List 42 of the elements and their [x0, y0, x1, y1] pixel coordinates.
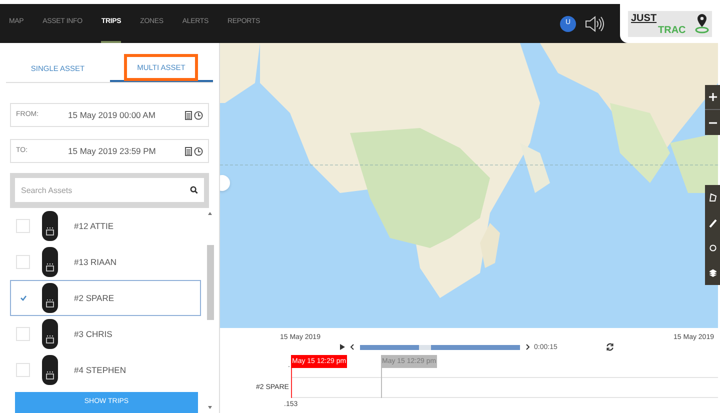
playback-slider[interactable]: [360, 345, 520, 350]
refresh-icon[interactable]: [606, 343, 614, 351]
pencil-icon[interactable]: [708, 218, 716, 228]
logo-text: TRAC: [658, 24, 686, 38]
asset-row[interactable]: #12 ATTIE: [10, 208, 201, 244]
checkbox[interactable]: [16, 255, 30, 269]
asset-name: #2 SPARE: [74, 292, 114, 304]
asset-name: #3 CHRIS: [74, 328, 112, 340]
checkbox[interactable]: [16, 327, 30, 341]
polygon-icon[interactable]: [708, 193, 716, 202]
calendar-icon[interactable]: [185, 146, 192, 156]
asset-row[interactable]: #2 SPARE: [10, 280, 201, 316]
tracker-device-icon: [42, 319, 58, 349]
asset-name: #13 RIAAN: [74, 256, 117, 268]
tracker-device-icon: [42, 211, 58, 241]
checkbox[interactable]: [16, 219, 30, 233]
asset-name: #4 STEPHEN: [74, 364, 126, 376]
chevron-left-icon[interactable]: [350, 344, 354, 350]
check-icon: [20, 295, 26, 301]
search-field[interactable]: Search Assets: [15, 178, 184, 202]
slider-thumb[interactable]: [419, 345, 432, 350]
search-icon[interactable]: [190, 186, 198, 194]
chevron-right-icon[interactable]: [526, 344, 530, 350]
plus-icon: [708, 93, 716, 101]
tracker-device-icon: [42, 355, 58, 385]
asset-row[interactable]: #13 RIAAN: [10, 244, 201, 280]
layers-icon[interactable]: [708, 268, 716, 277]
speaker-icon[interactable]: [584, 16, 604, 32]
tracker-device-icon: [42, 283, 58, 313]
calendar-icon[interactable]: [185, 110, 192, 120]
logo-text: JUST: [631, 12, 657, 26]
clock-icon[interactable]: [194, 146, 203, 156]
circle-icon[interactable]: [708, 244, 716, 252]
asset-name: #12 ATTIE: [74, 220, 114, 232]
asset-row[interactable]: #4 STEPHEN: [10, 352, 201, 388]
field-value: 15 May 2019 00:00 AM: [68, 108, 156, 122]
asset-row[interactable]: #3 CHRIS: [10, 316, 201, 352]
play-icon[interactable]: [340, 344, 345, 350]
tracker-device-icon: [42, 247, 58, 277]
field-value: 15 May 2019 23:59 PM: [68, 144, 157, 158]
clock-icon[interactable]: [194, 110, 203, 120]
checkbox[interactable]: [16, 363, 30, 377]
